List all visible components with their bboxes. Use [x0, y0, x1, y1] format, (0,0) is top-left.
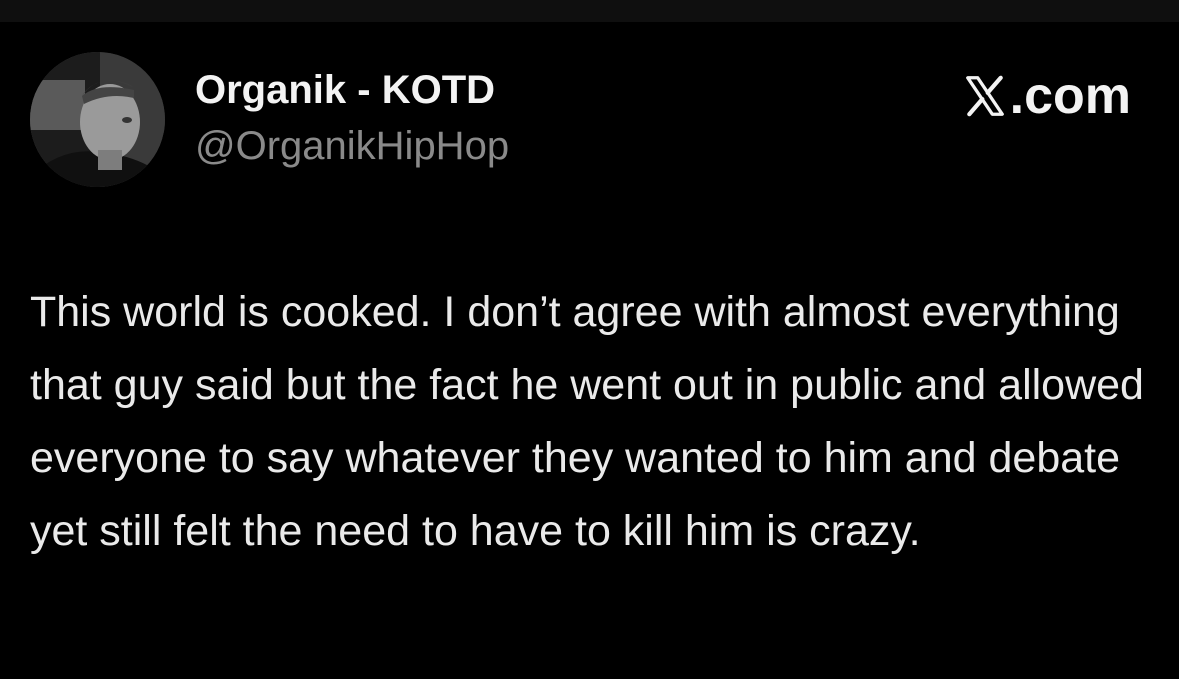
tweet-card: Organik - KOTD @OrganikHipHop .com This …	[0, 22, 1179, 679]
x-logo-icon	[965, 75, 1004, 117]
top-strip	[0, 0, 1179, 22]
brand-watermark: .com	[962, 66, 1131, 126]
author-handle[interactable]: @OrganikHipHop	[195, 122, 509, 170]
tweet-text: This world is cooked. I don’t agree with…	[30, 288, 1144, 555]
profile-photo-icon	[30, 52, 165, 187]
avatar[interactable]	[30, 52, 165, 187]
brand-label: .com	[1009, 67, 1131, 125]
author-name[interactable]: Organik - KOTD	[195, 66, 495, 114]
